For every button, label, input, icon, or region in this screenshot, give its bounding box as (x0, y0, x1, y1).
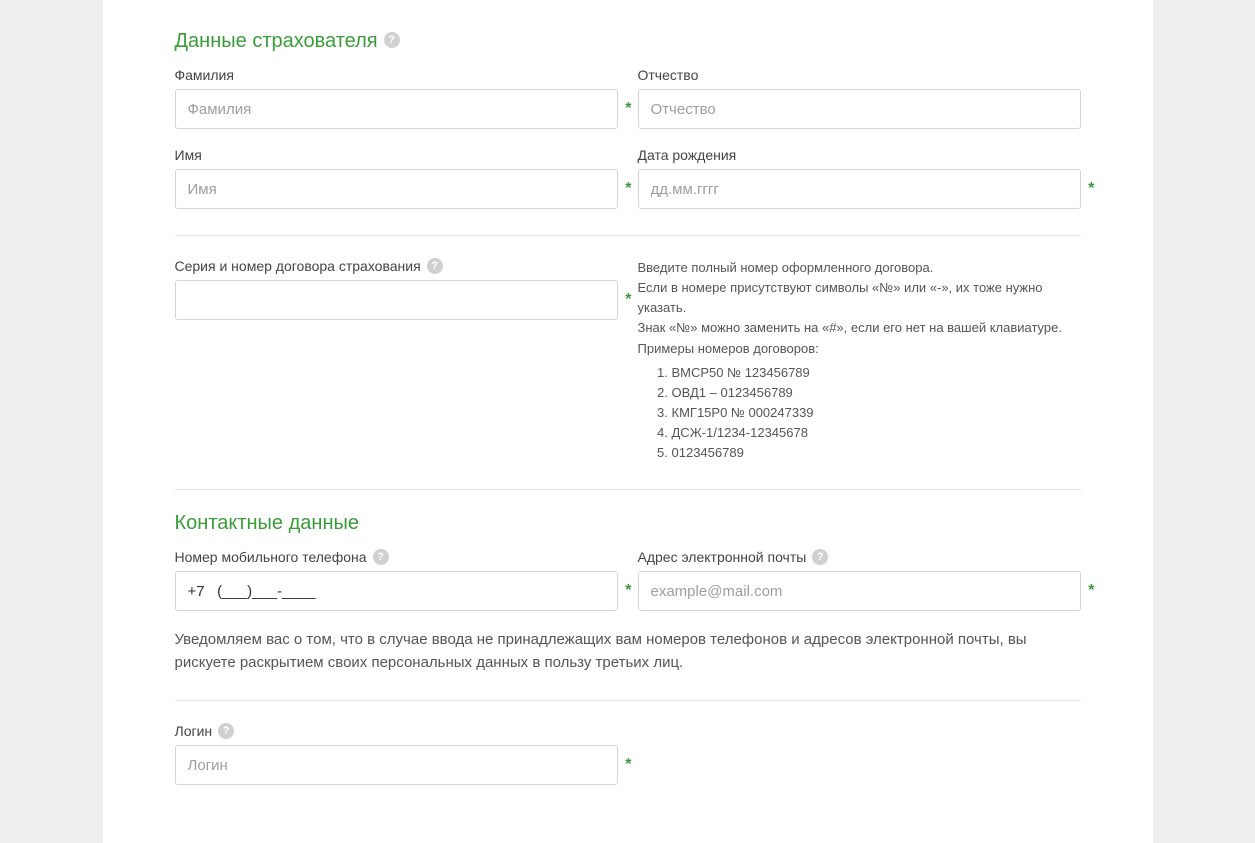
contract-hint-block: Введите полный номер оформленного догово… (638, 258, 1081, 463)
contract-examples-title: Примеры номеров договоров: (638, 339, 1081, 359)
lastname-input[interactable] (175, 89, 618, 129)
birthdate-field: Дата рождения * (638, 147, 1081, 209)
required-marker: * (1088, 180, 1094, 198)
contract-number-field: Серия и номер договора страхования ? * (175, 258, 618, 320)
firstname-field: Имя * (175, 147, 618, 209)
help-icon[interactable]: ? (373, 549, 389, 565)
birthdate-label: Дата рождения (638, 147, 1081, 163)
form-page: Данные страхователя ? Фамилия * Отчество… (103, 0, 1153, 843)
email-input[interactable] (638, 571, 1081, 611)
list-item: 0123456789 (672, 443, 1081, 463)
list-item: КМГ15Р0 № 000247339 (672, 403, 1081, 423)
list-item: ОВД1 – 0123456789 (672, 383, 1081, 403)
divider (175, 489, 1081, 490)
list-item: ДСЖ-1/1234-12345678 (672, 423, 1081, 443)
patronymic-field: Отчество (638, 67, 1081, 129)
divider (175, 235, 1081, 236)
email-label-text: Адрес электронной почты (638, 549, 807, 565)
list-item: ВМСР50 № 123456789 (672, 363, 1081, 383)
required-marker: * (625, 100, 631, 118)
contract-hint-intro: Введите полный номер оформленного догово… (638, 258, 1081, 278)
help-icon[interactable]: ? (427, 258, 443, 274)
contract-examples-list: ВМСР50 № 123456789 ОВД1 – 0123456789 КМГ… (672, 363, 1081, 464)
contract-number-input[interactable] (175, 280, 618, 320)
contract-number-label: Серия и номер договора страхования ? (175, 258, 618, 274)
help-icon[interactable]: ? (812, 549, 828, 565)
contact-disclaimer: Уведомляем вас о том, что в случае ввода… (175, 629, 1081, 674)
login-field: Логин ? * (175, 723, 618, 785)
divider (175, 700, 1081, 701)
phone-label: Номер мобильного телефона ? (175, 549, 618, 565)
lastname-label: Фамилия (175, 67, 618, 83)
patronymic-label: Отчество (638, 67, 1081, 83)
contact-section-title: Контактные данные (175, 512, 1081, 535)
contract-hint-symbols: Если в номере присутствуют символы «№» и… (638, 278, 1081, 318)
birthdate-input[interactable] (638, 169, 1081, 209)
contract-hint-replace: Знак «№» можно заменить на «#», если его… (638, 318, 1081, 338)
contact-section-title-text: Контактные данные (175, 512, 360, 535)
email-label: Адрес электронной почты ? (638, 549, 1081, 565)
lastname-field: Фамилия * (175, 67, 618, 129)
login-label-text: Логин (175, 723, 213, 739)
phone-field: Номер мобильного телефона ? * (175, 549, 618, 611)
insurer-section-title: Данные страхователя ? (175, 30, 1081, 53)
required-marker: * (625, 291, 631, 309)
insurer-section-title-text: Данные страхователя (175, 30, 378, 53)
firstname-label: Имя (175, 147, 618, 163)
phone-label-text: Номер мобильного телефона (175, 549, 367, 565)
required-marker: * (625, 582, 631, 600)
firstname-input[interactable] (175, 169, 618, 209)
login-input[interactable] (175, 745, 618, 785)
phone-input[interactable] (175, 571, 618, 611)
required-marker: * (1088, 582, 1094, 600)
help-icon[interactable]: ? (384, 32, 400, 48)
patronymic-input[interactable] (638, 89, 1081, 129)
email-field: Адрес электронной почты ? * (638, 549, 1081, 611)
contract-number-label-text: Серия и номер договора страхования (175, 258, 421, 274)
required-marker: * (625, 756, 631, 774)
required-marker: * (625, 180, 631, 198)
help-icon[interactable]: ? (218, 723, 234, 739)
login-label: Логин ? (175, 723, 618, 739)
